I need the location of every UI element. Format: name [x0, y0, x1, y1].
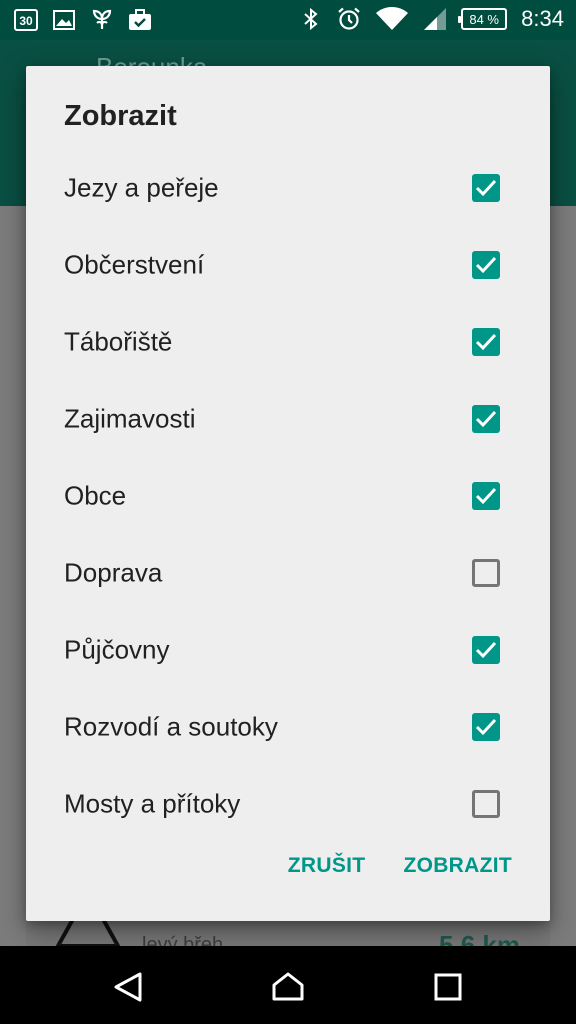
battery-icon: 84 %	[458, 8, 508, 30]
calendar-icon: 30	[14, 9, 38, 31]
home-icon[interactable]	[271, 970, 305, 1004]
dialog-title: Zobrazit	[64, 100, 177, 132]
calendar-day: 30	[19, 14, 33, 28]
recents-icon[interactable]	[431, 970, 465, 1004]
show-button[interactable]: ZOBRAZIT	[403, 854, 512, 878]
plant-icon	[90, 8, 114, 32]
wifi-icon	[375, 7, 409, 31]
bluetooth-icon	[299, 7, 323, 31]
option-label: Obce	[64, 480, 127, 511]
option-rozvodi-a-soutoky[interactable]: Rozvodí a soutoky	[26, 694, 550, 760]
option-obce[interactable]: Obce	[26, 463, 550, 529]
display-filter-dialog: Zobrazit Jezy a peřeje Občerstvení Táboř…	[26, 66, 550, 921]
option-label: Půjčovny	[64, 634, 170, 665]
signal-icon	[423, 7, 447, 31]
option-label: Jezy a peřeje	[64, 172, 219, 203]
checkbox[interactable]	[472, 713, 500, 741]
list-item-distance: 5.6 km	[439, 930, 520, 946]
option-label: Mosty a přítoky	[64, 788, 241, 819]
checkbox[interactable]	[472, 405, 500, 433]
check-icon	[475, 256, 497, 274]
option-label: Tábořiště	[64, 326, 173, 357]
checkbox[interactable]	[472, 251, 500, 279]
option-pujcovny[interactable]: Půjčovny	[26, 617, 550, 683]
option-jezy-a-pereje[interactable]: Jezy a peřeje	[26, 155, 550, 221]
check-icon	[475, 333, 497, 351]
system-icons: 84 % 8:34	[299, 6, 564, 32]
option-mosty-a-pritoky[interactable]: Mosty a přítoky	[26, 771, 550, 837]
briefcase-check-icon	[128, 8, 152, 32]
checkbox[interactable]	[472, 328, 500, 356]
checkbox[interactable]	[472, 636, 500, 664]
check-icon	[475, 179, 497, 197]
option-obcerstveni[interactable]: Občerstvení	[26, 232, 550, 298]
list-item-subtitle: levý břeh	[142, 934, 224, 946]
check-icon	[475, 410, 497, 428]
checkbox[interactable]	[472, 482, 500, 510]
option-label: Občerstvení	[64, 249, 205, 280]
check-icon	[475, 641, 497, 659]
option-zajimavosti[interactable]: Zajimavosti	[26, 386, 550, 452]
image-icon	[52, 8, 76, 32]
option-taboriste[interactable]: Tábořiště	[26, 309, 550, 375]
notification-icons: 30	[14, 8, 152, 32]
navigation-bar	[0, 946, 576, 1024]
checkbox[interactable]	[472, 559, 500, 587]
status-bar: 30 84 % 8:34	[0, 0, 576, 40]
dialog-actions: ZRUŠIT ZOBRAZIT	[288, 854, 512, 878]
option-doprava[interactable]: Doprava	[26, 540, 550, 606]
back-icon[interactable]	[111, 970, 145, 1004]
alarm-icon	[337, 7, 361, 31]
option-label: Rozvodí a soutoky	[64, 711, 278, 742]
battery-level: 84 %	[469, 11, 499, 27]
check-icon	[475, 487, 497, 505]
cancel-button[interactable]: ZRUŠIT	[288, 854, 366, 878]
option-label: Doprava	[64, 557, 163, 588]
checkbox[interactable]	[472, 790, 500, 818]
check-icon	[475, 718, 497, 736]
clock: 8:34	[521, 6, 564, 31]
option-label: Zajimavosti	[64, 403, 196, 434]
checkbox[interactable]	[472, 174, 500, 202]
